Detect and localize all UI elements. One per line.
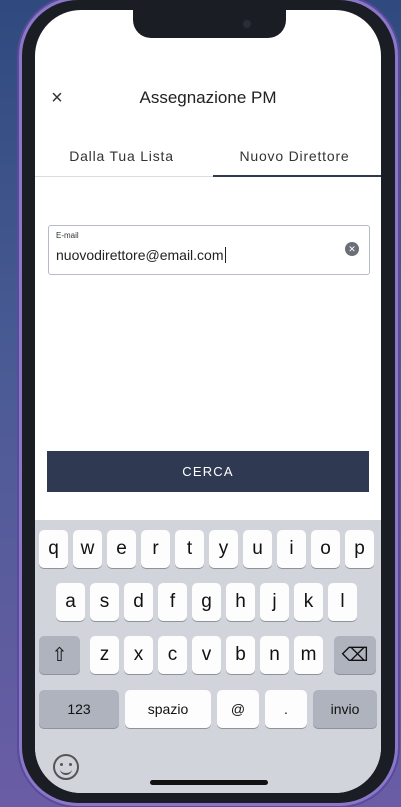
keyboard-row-3: ⇧ z x c v b n m ⌫ — [35, 636, 381, 674]
key-m[interactable]: m — [294, 636, 323, 674]
dot-key[interactable]: . — [265, 690, 307, 728]
active-tab-indicator — [213, 175, 381, 177]
key-l[interactable]: l — [328, 583, 357, 621]
key-w[interactable]: w — [73, 530, 102, 568]
backspace-icon[interactable]: ⌫ — [334, 636, 376, 674]
key-i[interactable]: i — [277, 530, 306, 568]
space-key[interactable]: spazio — [125, 690, 211, 728]
key-j[interactable]: j — [260, 583, 289, 621]
key-r[interactable]: r — [141, 530, 170, 568]
key-p[interactable]: p — [345, 530, 374, 568]
keyboard: q w e r t y u i o p a s d f g h j k l ⇧ … — [35, 520, 381, 793]
key-k[interactable]: k — [294, 583, 323, 621]
return-key[interactable]: invio — [313, 690, 377, 728]
key-h[interactable]: h — [226, 583, 255, 621]
notch — [133, 10, 286, 38]
key-y[interactable]: y — [209, 530, 238, 568]
key-o[interactable]: o — [311, 530, 340, 568]
tab-nuovo-direttore[interactable]: Nuovo Direttore — [208, 148, 381, 164]
text-caret — [224, 247, 226, 263]
home-indicator[interactable] — [150, 780, 268, 785]
email-input[interactable]: nuovodirettore@email.com — [56, 247, 226, 263]
email-field-label: E-mail — [56, 231, 79, 240]
tab-bar: Dalla Tua Lista Nuovo Direttore — [35, 140, 381, 177]
email-input-value: nuovodirettore@email.com — [56, 247, 224, 263]
phone-frame: × Assegnazione PM Dalla Tua Lista Nuovo … — [22, 0, 395, 803]
key-u[interactable]: u — [243, 530, 272, 568]
numbers-key[interactable]: 123 — [39, 690, 119, 728]
shift-icon[interactable]: ⇧ — [39, 636, 80, 674]
key-e[interactable]: e — [107, 530, 136, 568]
key-b[interactable]: b — [226, 636, 255, 674]
keyboard-row-4: 123 spazio @ . invio — [35, 690, 381, 728]
key-d[interactable]: d — [124, 583, 153, 621]
search-button[interactable]: CERCA — [47, 451, 369, 492]
key-c[interactable]: c — [158, 636, 187, 674]
camera — [243, 20, 251, 28]
key-z[interactable]: z — [90, 636, 119, 674]
clear-icon[interactable]: ✕ — [345, 242, 359, 256]
key-n[interactable]: n — [260, 636, 289, 674]
tab-dalla-tua-lista[interactable]: Dalla Tua Lista — [35, 148, 208, 164]
key-x[interactable]: x — [124, 636, 153, 674]
key-g[interactable]: g — [192, 583, 221, 621]
email-field[interactable]: E-mail nuovodirettore@email.com ✕ — [48, 225, 370, 275]
at-key[interactable]: @ — [217, 690, 259, 728]
key-v[interactable]: v — [192, 636, 221, 674]
keyboard-row-2: a s d f g h j k l — [35, 583, 381, 621]
key-s[interactable]: s — [90, 583, 119, 621]
key-q[interactable]: q — [39, 530, 68, 568]
emoji-icon[interactable] — [53, 754, 79, 780]
navigation-bar: × Assegnazione PM — [35, 80, 381, 120]
page-title: Assegnazione PM — [139, 88, 277, 107]
key-t[interactable]: t — [175, 530, 204, 568]
key-a[interactable]: a — [56, 583, 85, 621]
phone-screen: × Assegnazione PM Dalla Tua Lista Nuovo … — [35, 10, 381, 793]
key-f[interactable]: f — [158, 583, 187, 621]
keyboard-row-1: q w e r t y u i o p — [35, 530, 381, 568]
